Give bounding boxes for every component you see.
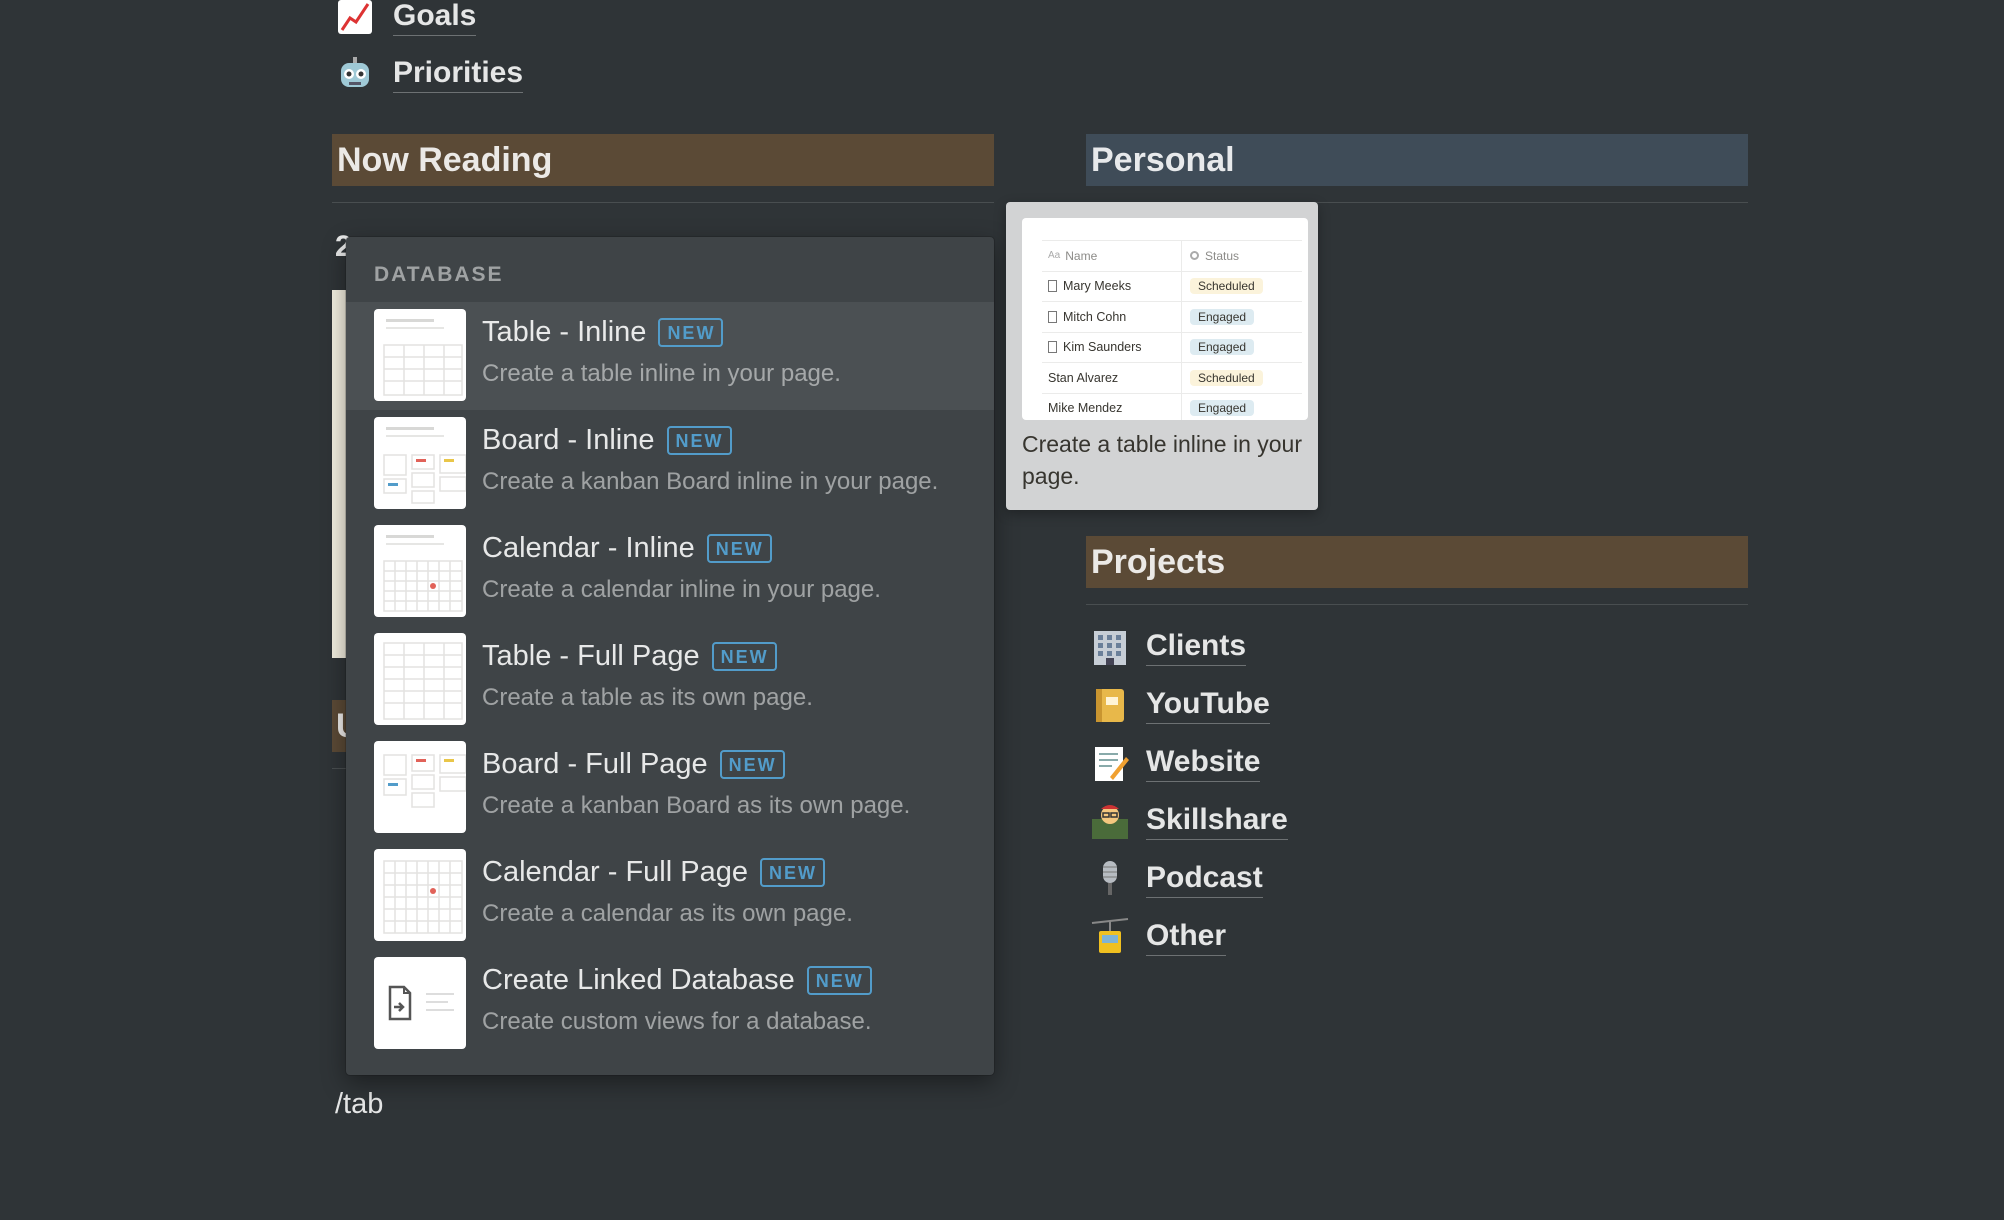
project-link-other[interactable]: Other <box>1090 914 1227 960</box>
microphone-icon <box>1090 859 1130 899</box>
menu-item-title: Table - Inline <box>482 316 647 348</box>
menu-item-description: Create custom views for a database. <box>482 1008 872 1035</box>
personal-header: Personal <box>1086 134 1748 186</box>
status-tag: Scheduled <box>1190 369 1263 386</box>
project-link-label: Clients <box>1146 628 1247 666</box>
status-tag: Engaged <box>1190 308 1255 325</box>
menu-item-calendar-full-page[interactable]: Calendar - Full Page NEW Create a calend… <box>346 842 994 950</box>
calendar-thumbnail-icon <box>374 525 466 617</box>
menu-item-create-linked-database[interactable]: Create Linked Database NEW Create custom… <box>346 950 994 1058</box>
divider <box>1086 604 1748 605</box>
preview-row-name: Mitch Cohn <box>1063 309 1127 324</box>
preview-description: Create a table inline in your page. <box>1022 431 1302 489</box>
project-link-youtube[interactable]: YouTube <box>1090 682 1270 728</box>
project-link-label: YouTube <box>1146 686 1270 724</box>
new-badge: NEW <box>706 534 772 563</box>
slash-command-menu: DATABASE Table - Inline NEW Create a tab… <box>346 237 994 1075</box>
project-link-label: Other <box>1146 918 1227 956</box>
menu-item-board-inline[interactable]: Board - Inline NEW Create a kanban Board… <box>346 410 994 518</box>
preview-row-name: Mike Mendez <box>1048 401 1123 416</box>
teacher-icon <box>1090 801 1130 841</box>
page-link-goals[interactable]: Goals <box>335 0 477 40</box>
preview-row-name: Mary Meeks <box>1063 279 1132 294</box>
menu-item-description: Create a calendar inline in your page. <box>482 576 881 603</box>
aerial-tramway-icon <box>1090 917 1130 957</box>
project-link-website[interactable]: Website <box>1090 740 1261 786</box>
board-thumbnail-icon <box>374 417 466 509</box>
project-link-clients[interactable]: Clients <box>1090 624 1247 670</box>
page-icon <box>1048 280 1057 293</box>
menu-item-description: Create a table inline in your page. <box>482 360 841 387</box>
menu-section-heading: DATABASE <box>374 263 504 286</box>
office-building-icon <box>1090 627 1130 667</box>
page-icon <box>1048 341 1057 354</box>
page-link-label: Goals <box>393 0 477 36</box>
preview-col-status: Status <box>1205 248 1240 263</box>
text-property-icon: Aa <box>1048 250 1061 262</box>
project-link-label: Website <box>1146 744 1261 782</box>
page-link-label: Priorities <box>393 55 524 93</box>
preview-table-card: Aa Name Status Mary Meeks Scheduled Mitc… <box>1022 218 1308 420</box>
divider <box>332 202 994 203</box>
menu-item-title: Board - Inline <box>482 424 655 456</box>
menu-item-preview: Aa Name Status Mary Meeks Scheduled Mitc… <box>1006 202 1318 510</box>
preview-row: Mary Meeks Scheduled <box>1042 271 1302 302</box>
preview-row-name: Stan Alvarez <box>1048 370 1119 385</box>
preview-row: Stan Alvarez Scheduled <box>1042 363 1302 394</box>
table-full-thumbnail-icon <box>374 633 466 725</box>
now-reading-header: Now Reading <box>332 134 994 186</box>
menu-item-title: Calendar - Full Page <box>482 856 748 888</box>
menu-item-description: Create a kanban Board as its own page. <box>482 792 911 819</box>
project-link-label: Podcast <box>1146 860 1263 898</box>
menu-item-description: Create a table as its own page. <box>482 684 813 711</box>
preview-table: Aa Name Status Mary Meeks Scheduled Mitc… <box>1042 240 1302 420</box>
menu-item-title: Calendar - Inline <box>482 532 695 564</box>
project-link-skillshare[interactable]: Skillshare <box>1090 798 1288 844</box>
select-property-icon <box>1190 251 1199 261</box>
page-link-priorities[interactable]: Priorities <box>335 51 524 97</box>
preview-row: Kim Saunders Engaged <box>1042 332 1302 363</box>
chart-increasing-icon <box>335 0 375 37</box>
robot-icon <box>335 54 375 94</box>
preview-row: Mitch Cohn Engaged <box>1042 302 1302 333</box>
menu-item-calendar-inline[interactable]: Calendar - Inline NEW Create a calendar … <box>346 518 994 626</box>
status-tag: Engaged <box>1190 400 1255 417</box>
project-link-label: Skillshare <box>1146 802 1288 840</box>
new-badge: NEW <box>759 858 825 887</box>
board-full-thumbnail-icon <box>374 741 466 833</box>
menu-item-board-full-page[interactable]: Board - Full Page NEW Create a kanban Bo… <box>346 734 994 842</box>
linked-database-thumbnail-icon <box>374 957 466 1049</box>
menu-item-description: Create a kanban Board inline in your pag… <box>482 468 939 495</box>
preview-col-name: Name <box>1065 248 1098 263</box>
divider <box>332 768 346 769</box>
book-cover <box>332 290 346 658</box>
menu-item-table-inline[interactable]: Table - Inline NEW Create a table inline… <box>346 302 994 410</box>
preview-row: Mike Mendez Engaged <box>1042 393 1302 420</box>
preview-header-row: Aa Name Status <box>1042 240 1302 272</box>
projects-header: Projects <box>1086 536 1748 588</box>
menu-item-title: Create Linked Database <box>482 964 795 996</box>
menu-item-title: Board - Full Page <box>482 748 708 780</box>
new-badge: NEW <box>719 750 785 779</box>
new-badge: NEW <box>711 642 777 671</box>
menu-item-description: Create a calendar as its own page. <box>482 900 853 927</box>
new-badge: NEW <box>666 426 732 455</box>
status-tag: Engaged <box>1190 339 1255 356</box>
notebook-icon <box>1090 685 1130 725</box>
menu-item-title: Table - Full Page <box>482 640 700 672</box>
project-link-podcast[interactable]: Podcast <box>1090 856 1263 902</box>
new-badge: NEW <box>806 966 872 995</box>
new-badge: NEW <box>658 318 724 347</box>
menu-item-table-full-page[interactable]: Table - Full Page NEW Create a table as … <box>346 626 994 734</box>
calendar-full-thumbnail-icon <box>374 849 466 941</box>
slash-command-text[interactable]: /tab <box>335 1088 383 1121</box>
page-icon <box>1048 310 1057 323</box>
memo-icon <box>1090 743 1130 783</box>
table-thumbnail-icon <box>374 309 466 401</box>
status-tag: Scheduled <box>1190 278 1263 295</box>
preview-row-name: Kim Saunders <box>1063 340 1142 355</box>
